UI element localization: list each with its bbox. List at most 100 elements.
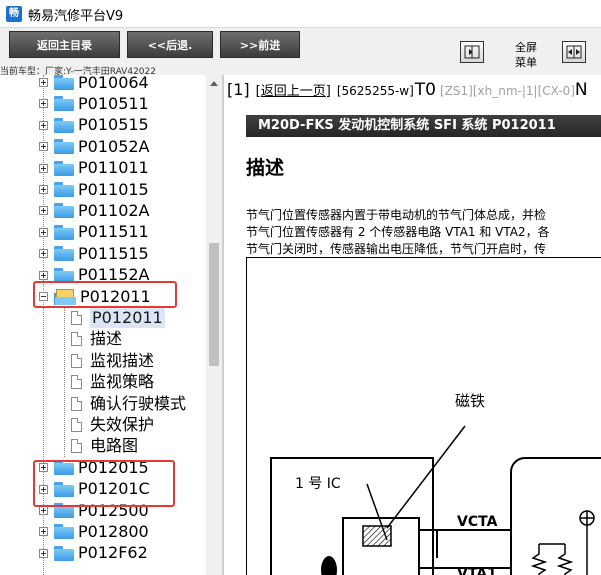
expand-toggle-icon[interactable] [39, 120, 48, 130]
fullscreen-icon [566, 45, 582, 59]
tree-node[interactable]: 描述 [71, 329, 122, 350]
tree-node-label: P010511 [78, 93, 149, 113]
section-header-bar: M20D-FKS 发动机控制系统 SFI 系统 P012011 [246, 115, 601, 137]
section-title: 描述 [246, 157, 285, 179]
document-icon [71, 396, 82, 411]
tree-node[interactable]: P012011 [71, 307, 165, 328]
expand-toggle-icon[interactable] [39, 506, 48, 515]
home-button[interactable]: 返回主目录 [9, 31, 120, 58]
tree-node-label: P012800 [78, 521, 149, 541]
folder-icon [54, 160, 74, 176]
folder-icon [54, 182, 74, 197]
back-previous-link[interactable]: 返回上一页 [261, 84, 326, 99]
sensor-diagram: 磁铁 1 号 IC VCTA VTA1 [246, 257, 601, 575]
collapse-sidebar-button[interactable] [460, 41, 484, 63]
description-line: 节气门关闭时，传感器输出电压降低，节气门开启时，传 [246, 242, 547, 256]
tree-node-label: P011015 [78, 179, 149, 199]
magnet-block [362, 525, 392, 547]
tree-node-label: 描述 [90, 329, 123, 349]
tree-node-label: P011515 [78, 243, 149, 263]
tree-node[interactable]: P01102A [39, 200, 150, 221]
document-t0: T0 [414, 80, 436, 100]
tree-node-label: P012F62 [78, 543, 148, 563]
expand-toggle-icon[interactable] [39, 227, 48, 237]
expand-toggle-icon[interactable] [39, 185, 48, 194]
document-meta-tail: N [574, 80, 588, 100]
document-code: [5625255-w] [336, 84, 414, 98]
tree-node-label: 电路图 [90, 436, 139, 456]
window-title: 畅易汽修平台V9 [28, 9, 124, 24]
tree-node[interactable]: P010511 [39, 93, 149, 114]
tree-node-label: P010064 [78, 75, 149, 92]
app-logo-icon: 畅 [6, 6, 22, 22]
expand-toggle-icon[interactable] [39, 78, 48, 87]
document-meta: [ZS1][xh_nm-|1|[CX-0] [440, 84, 575, 98]
expand-toggle-icon[interactable] [39, 548, 48, 558]
document-icon [71, 353, 82, 368]
tree-node-label: 失效保护 [90, 414, 155, 434]
folder-icon [54, 117, 74, 133]
document-view: [1] [返回上一页] [5625255-w] T0 [ZS1][xh_nm-|… [224, 75, 601, 575]
tree-node-label: P01052A [78, 136, 150, 156]
tree-node[interactable]: P011015 [39, 179, 149, 200]
expand-toggle-icon[interactable] [39, 270, 48, 280]
expand-toggle-icon[interactable] [39, 527, 48, 537]
tree-node[interactable]: 确认行驶模式 [71, 393, 186, 414]
document-icon [71, 439, 82, 454]
scroll-up-icon[interactable] [210, 81, 218, 86]
folder-icon [54, 524, 74, 540]
highlight-box-p012011 [33, 281, 177, 308]
tree-node-label: 监视描述 [90, 350, 155, 370]
tree-node-label: P012011 [90, 307, 165, 328]
folder-icon [54, 545, 74, 561]
expand-toggle-icon[interactable] [39, 206, 48, 216]
expand-toggle-icon[interactable] [39, 249, 48, 259]
tree-node-label: 监视策略 [90, 372, 155, 392]
description-line: 节气门位置传感器内置于带电动机的节气门体总成，并检 [246, 208, 547, 222]
tree-node-label: P010515 [78, 115, 149, 135]
tree-node[interactable]: P012F62 [39, 543, 148, 564]
fullscreen-menu-label[interactable]: 全屏 菜单 [506, 40, 546, 70]
folder-icon [54, 139, 74, 155]
folder-icon [54, 246, 74, 262]
tree-node[interactable]: P011011 [39, 158, 149, 179]
tree-node-label: P011011 [78, 158, 149, 178]
panel-toggle-icon [464, 45, 480, 59]
vcta-label: VCTA [457, 514, 498, 530]
tree-node[interactable]: P011515 [39, 243, 149, 264]
tree-node[interactable]: P01052A [39, 136, 150, 157]
magnet-label: 磁铁 [455, 392, 485, 410]
forward-button[interactable]: >>前进 [220, 31, 300, 58]
tree-node[interactable]: P012800 [39, 521, 149, 542]
document-nav: [1] [返回上一页] [5625255-w] T0 [ZS1][xh_nm-|… [227, 80, 588, 100]
ic-label: 1 号 IC [295, 476, 341, 492]
expand-toggle-icon[interactable] [39, 163, 48, 173]
description-text: 节气门位置传感器内置于带电动机的节气门体总成，并检 节气门位置传感器有 2 个传… [246, 207, 550, 258]
expand-toggle-icon[interactable] [39, 99, 48, 109]
scrollbar-thumb[interactable] [209, 243, 219, 366]
tree-node[interactable]: 监视描述 [71, 350, 154, 371]
tree-node-label: P01102A [78, 200, 150, 220]
vta1-label: VTA1 [457, 566, 497, 575]
description-line: 节气门位置传感器有 2 个传感器电路 VTA1 和 VTA2，各 [246, 225, 550, 239]
fullscreen-button[interactable] [562, 41, 586, 63]
document-icon [71, 310, 82, 325]
expand-toggle-icon[interactable] [39, 142, 48, 152]
tree-scrollbar[interactable] [206, 75, 222, 575]
tree-node[interactable]: 失效保护 [71, 414, 154, 435]
tree-node[interactable]: 电路图 [71, 436, 138, 457]
tree-node-label: 确认行驶模式 [90, 393, 187, 413]
document-icon [71, 375, 82, 390]
folder-icon [54, 96, 74, 112]
tree-node[interactable]: P010064 [39, 75, 149, 93]
page-index: [1] [227, 80, 250, 99]
document-icon [71, 332, 82, 347]
title-bar: 畅 畅易汽修平台V9 [0, 0, 601, 28]
back-button[interactable]: <<后退. [127, 31, 213, 58]
tree-node[interactable]: P011511 [39, 222, 149, 243]
tree-node[interactable]: 监视策略 [71, 372, 154, 393]
tree-guide-line [64, 307, 65, 458]
folder-icon [54, 203, 74, 219]
folder-icon [54, 75, 74, 90]
tree-node[interactable]: P010515 [39, 115, 149, 136]
